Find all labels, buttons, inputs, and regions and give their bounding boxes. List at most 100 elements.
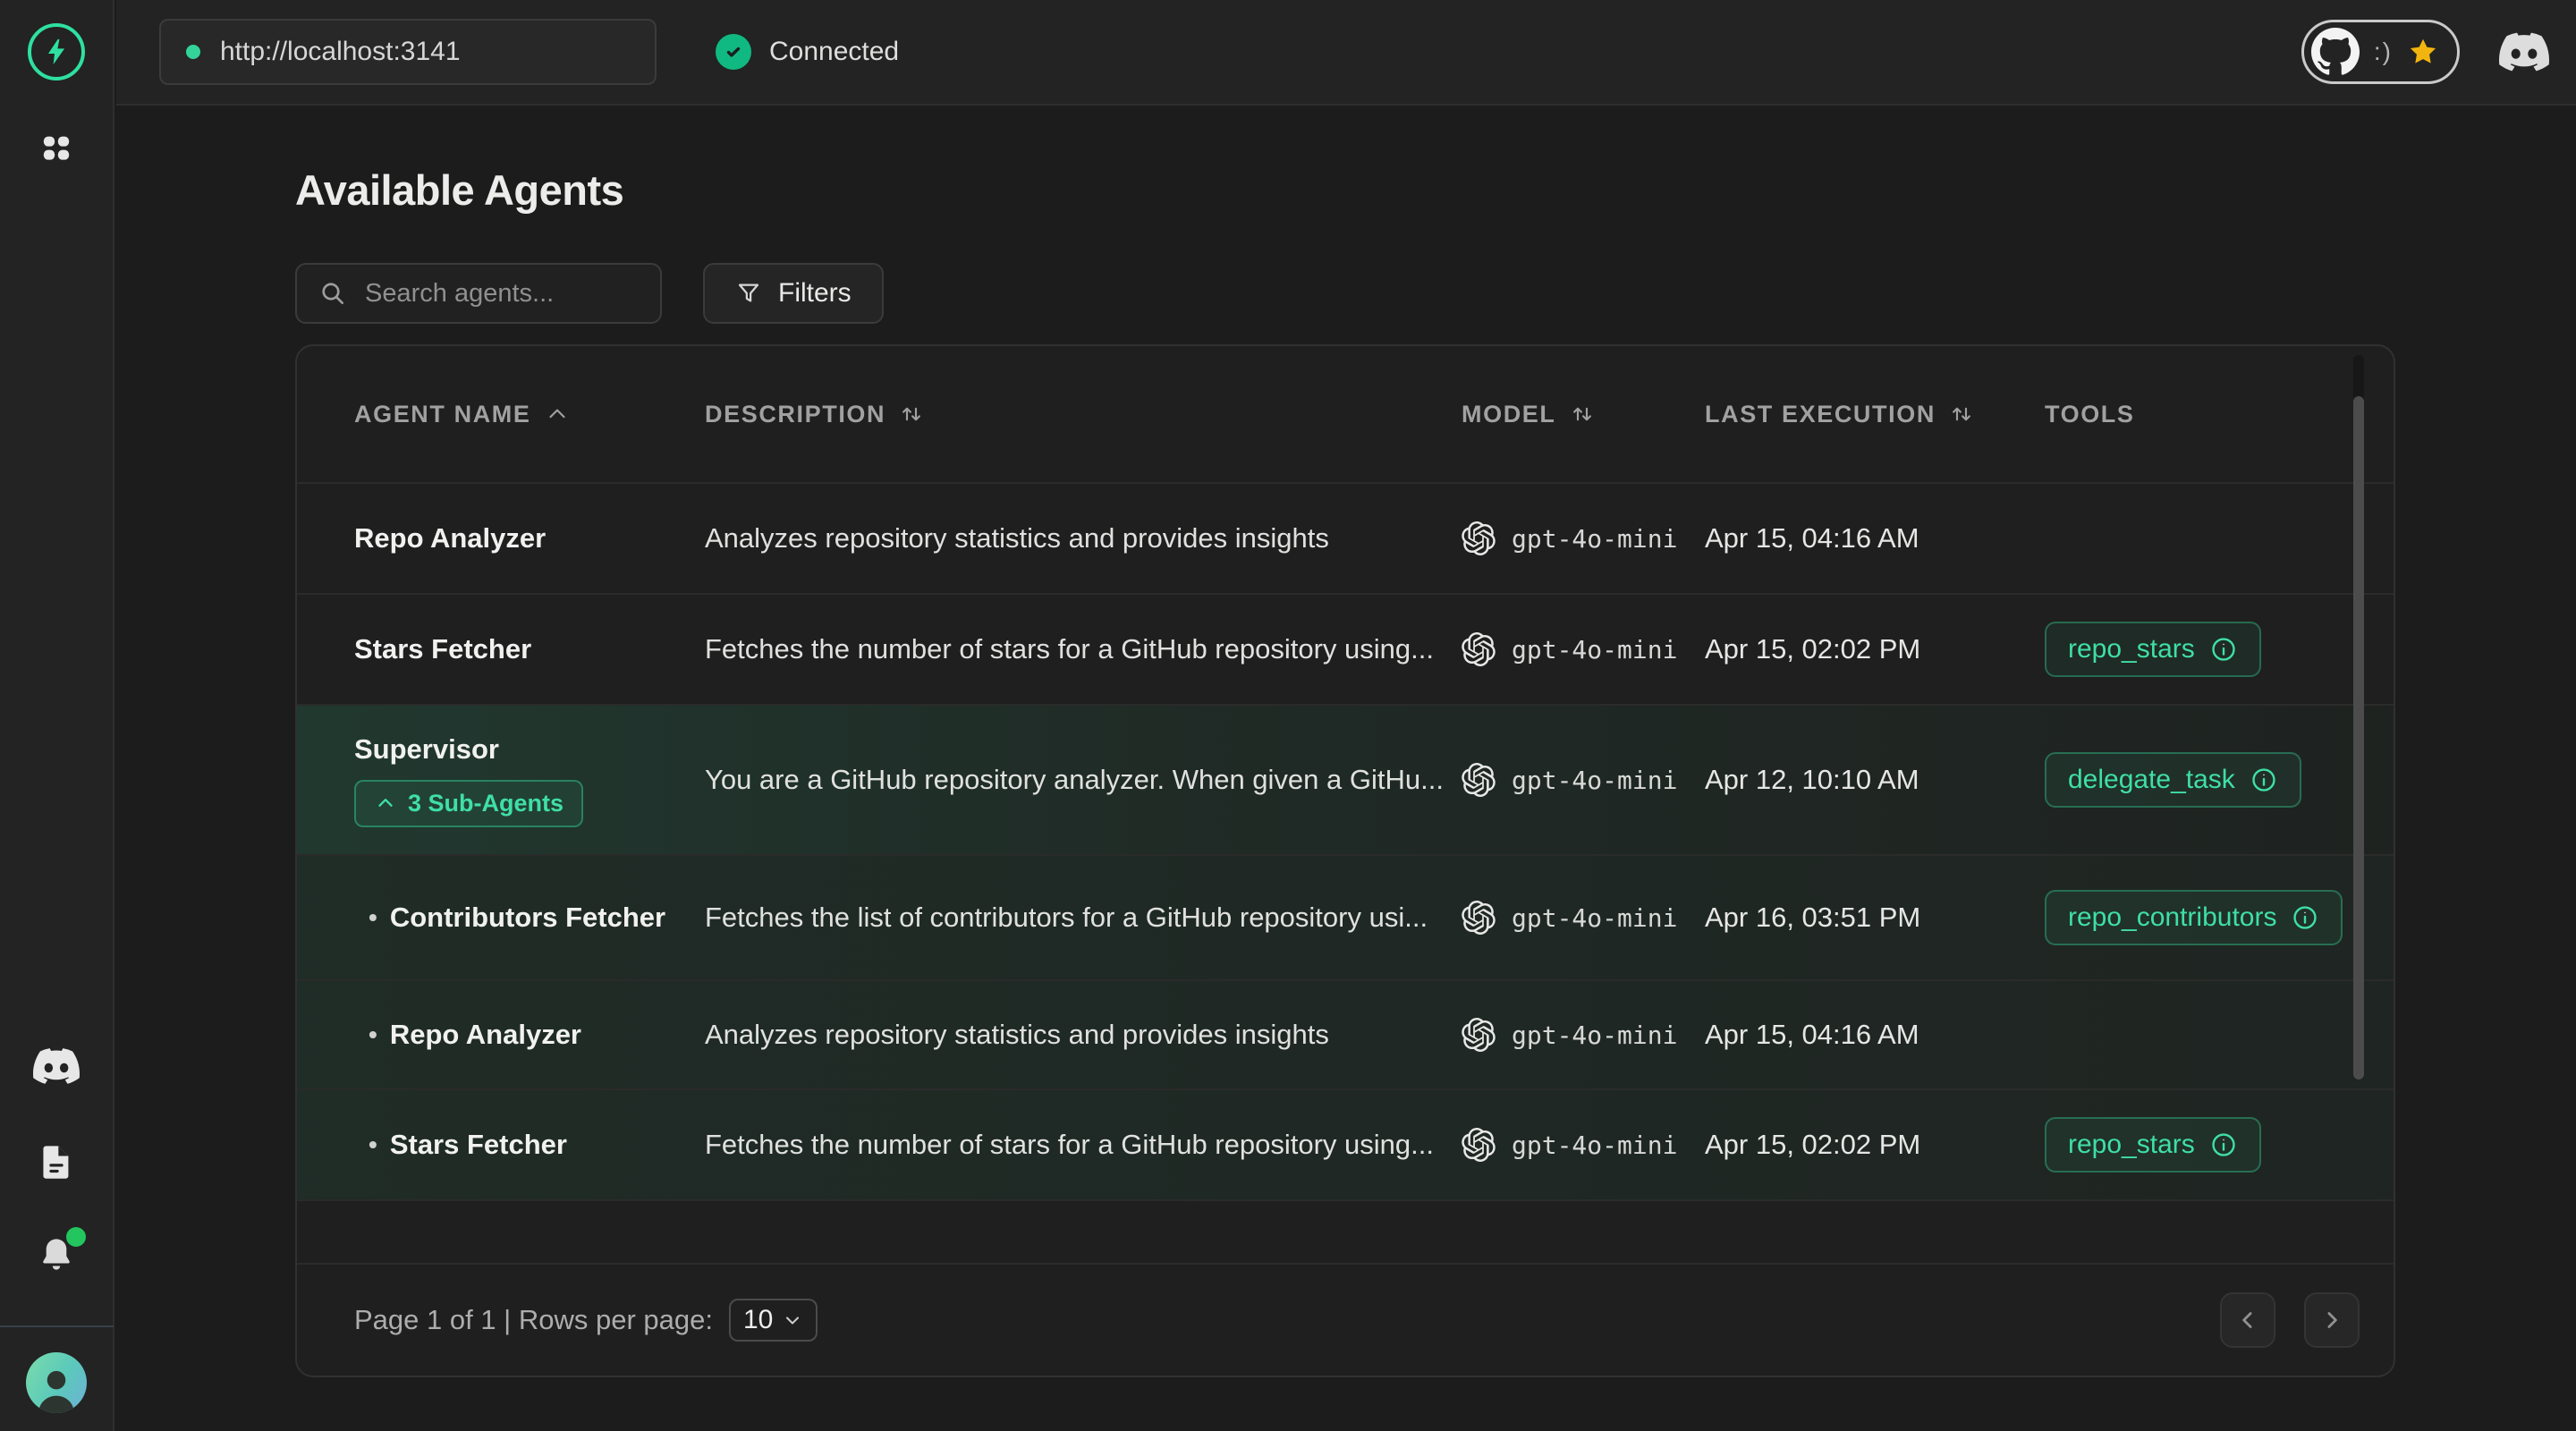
pagination-summary: Page 1 of 1 | Rows per page: bbox=[354, 1304, 713, 1336]
topbar: Connected :) bbox=[116, 0, 2576, 106]
search-box bbox=[295, 263, 662, 324]
agent-description: Fetches the number of stars for a GitHub… bbox=[705, 1129, 1462, 1161]
search-icon bbox=[318, 279, 347, 308]
info-icon[interactable] bbox=[2250, 766, 2278, 794]
agent-name: Contributors Fetcher bbox=[390, 902, 665, 934]
model-name: gpt-4o-mini bbox=[1512, 635, 1677, 665]
page-title: Available Agents bbox=[295, 165, 623, 215]
connection-status: Connected bbox=[716, 34, 899, 70]
last-execution: Apr 15, 04:16 AM bbox=[1705, 522, 2045, 555]
tool-badge[interactable]: repo_stars bbox=[2045, 622, 2261, 677]
rows-per-page-select[interactable]: 10 bbox=[729, 1299, 818, 1342]
agent-name: Stars Fetcher bbox=[390, 1129, 567, 1161]
tool-name: repo_stars bbox=[2068, 634, 2195, 665]
person-icon bbox=[31, 1363, 81, 1413]
table-footer: Page 1 of 1 | Rows per page: 10 bbox=[297, 1263, 2394, 1376]
sidebar-item-discord[interactable] bbox=[33, 1043, 80, 1089]
bullet: • bbox=[369, 903, 377, 932]
column-header-tools: TOOLS bbox=[2045, 401, 2394, 428]
sidebar bbox=[0, 0, 114, 1431]
notification-dot bbox=[66, 1227, 86, 1247]
table-row-sub-agent[interactable]: • Repo Analyzer Analyzes repository stati… bbox=[297, 979, 2394, 1088]
agent-description: Fetches the list of contributors for a G… bbox=[705, 902, 1462, 934]
previous-page-button[interactable] bbox=[2220, 1292, 2275, 1348]
agent-name: Repo Analyzer bbox=[354, 522, 546, 555]
model-name: gpt-4o-mini bbox=[1512, 524, 1677, 554]
openai-icon bbox=[1462, 1018, 1496, 1052]
grid-icon bbox=[38, 131, 74, 166]
scrollbar-track bbox=[2353, 355, 2364, 1080]
server-url-input[interactable] bbox=[220, 37, 630, 67]
openai-icon bbox=[1462, 901, 1496, 935]
sort-icon bbox=[1948, 401, 1975, 428]
last-execution: Apr 15, 04:16 AM bbox=[1705, 1019, 2045, 1051]
sort-icon bbox=[1569, 401, 1596, 428]
table-row-sub-agent[interactable]: • Stars Fetcher Fetches the number of sta… bbox=[297, 1088, 2394, 1199]
sidebar-divider bbox=[0, 1325, 114, 1327]
tool-name: repo_stars bbox=[2068, 1130, 2195, 1160]
table-header-row: AGENT NAME DESCRIPTION MODEL LAST EXECUT… bbox=[297, 346, 2394, 482]
last-execution: Apr 15, 02:02 PM bbox=[1705, 633, 2045, 665]
last-execution: Apr 15, 02:02 PM bbox=[1705, 1129, 2045, 1161]
tool-badge[interactable]: delegate_task bbox=[2045, 752, 2301, 808]
sidebar-item-docs[interactable] bbox=[36, 1141, 77, 1182]
file-icon bbox=[36, 1141, 77, 1182]
openai-icon bbox=[1462, 521, 1496, 555]
github-icon bbox=[2311, 28, 2360, 76]
sub-agents-toggle[interactable]: 3 Sub-Agents bbox=[354, 780, 583, 827]
filters-label: Filters bbox=[778, 278, 852, 309]
chevron-right-icon bbox=[2318, 1307, 2345, 1334]
discord-button[interactable] bbox=[2499, 27, 2549, 77]
sidebar-item-notifications[interactable] bbox=[36, 1234, 77, 1275]
last-execution: Apr 12, 10:10 AM bbox=[1705, 764, 2045, 796]
chevron-down-icon bbox=[782, 1309, 803, 1331]
column-header-agent-name[interactable]: AGENT NAME bbox=[354, 401, 705, 428]
table-row[interactable]: Repo Analyzer Analyzes repository statis… bbox=[297, 482, 2394, 593]
agents-table-panel: AGENT NAME DESCRIPTION MODEL LAST EXECUT… bbox=[295, 344, 2395, 1377]
agent-name: Repo Analyzer bbox=[390, 1019, 581, 1051]
model-name: gpt-4o-mini bbox=[1512, 1020, 1677, 1050]
table-row-sub-agent[interactable]: • Contributors Fetcher Fetches the list o… bbox=[297, 854, 2394, 979]
github-star-button[interactable]: :) bbox=[2301, 20, 2460, 84]
search-input[interactable] bbox=[365, 279, 639, 309]
agent-description: Analyzes repository statistics and provi… bbox=[705, 1019, 1462, 1051]
column-header-description[interactable]: DESCRIPTION bbox=[705, 401, 1462, 428]
tool-badge[interactable]: repo_contributors bbox=[2045, 890, 2343, 945]
server-url-box bbox=[159, 19, 657, 85]
app-logo[interactable] bbox=[28, 23, 85, 80]
user-avatar[interactable] bbox=[26, 1352, 87, 1413]
check-circle-icon bbox=[716, 34, 751, 70]
discord-icon bbox=[2499, 27, 2549, 77]
tool-badge[interactable]: repo_stars bbox=[2045, 1117, 2261, 1173]
lightning-bolt-icon bbox=[41, 37, 72, 67]
model-name: gpt-4o-mini bbox=[1512, 903, 1677, 933]
agent-name: Supervisor bbox=[354, 733, 499, 766]
info-icon[interactable] bbox=[2209, 635, 2238, 664]
info-icon[interactable] bbox=[2209, 1130, 2238, 1159]
sub-agents-count-label: 3 Sub-Agents bbox=[408, 790, 564, 817]
sidebar-item-dashboard[interactable] bbox=[38, 131, 74, 166]
funnel-icon bbox=[735, 280, 762, 307]
table-row[interactable]: Stars Fetcher Fetches the number of star… bbox=[297, 593, 2394, 704]
tool-name: delegate_task bbox=[2068, 765, 2235, 795]
scrollbar-thumb[interactable] bbox=[2353, 396, 2364, 1080]
filters-button[interactable]: Filters bbox=[703, 263, 884, 324]
agent-description: You are a GitHub repository analyzer. Wh… bbox=[705, 764, 1462, 796]
openai-icon bbox=[1462, 763, 1496, 797]
chevron-up-icon bbox=[544, 401, 571, 428]
info-icon[interactable] bbox=[2291, 903, 2319, 932]
table-row-supervisor[interactable]: Supervisor 3 Sub-Agents You are a GitHub… bbox=[297, 704, 2394, 854]
tool-name: repo_contributors bbox=[2068, 902, 2276, 933]
connection-status-label: Connected bbox=[769, 37, 899, 67]
agent-description: Fetches the number of stars for a GitHub… bbox=[705, 633, 1462, 665]
server-status-dot bbox=[186, 45, 200, 59]
model-name: gpt-4o-mini bbox=[1512, 1130, 1677, 1160]
discord-icon bbox=[33, 1043, 80, 1089]
column-header-model[interactable]: MODEL bbox=[1462, 401, 1705, 428]
star-icon bbox=[2407, 36, 2439, 68]
bullet: • bbox=[369, 1130, 377, 1159]
table-empty-space bbox=[297, 1199, 2394, 1263]
next-page-button[interactable] bbox=[2304, 1292, 2360, 1348]
bullet: • bbox=[369, 1020, 377, 1049]
column-header-last-execution[interactable]: LAST EXECUTION bbox=[1705, 401, 2045, 428]
